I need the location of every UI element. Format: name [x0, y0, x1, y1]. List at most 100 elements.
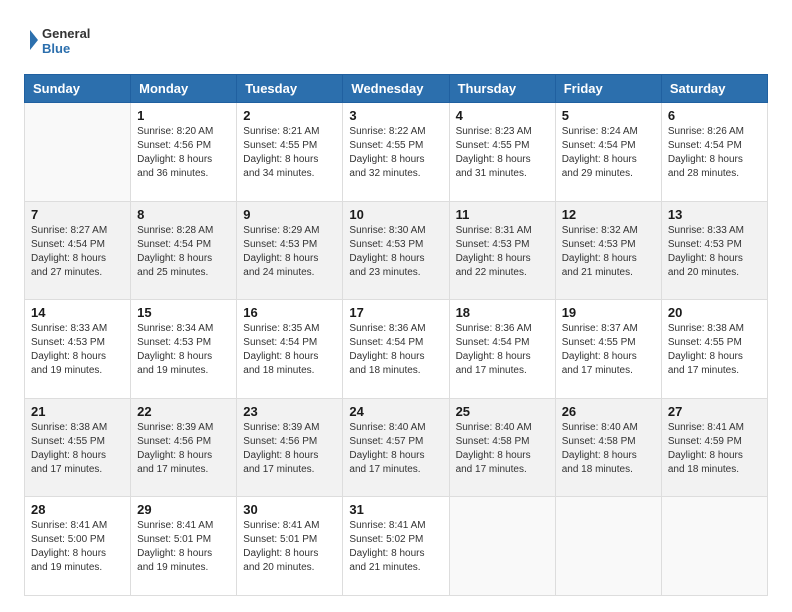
calendar-cell	[449, 497, 555, 596]
day-number: 8	[137, 207, 230, 222]
calendar-cell: 25 Sunrise: 8:40 AM Sunset: 4:58 PM Dayli…	[449, 398, 555, 497]
day-info: Sunrise: 8:21 AM Sunset: 4:55 PM Dayligh…	[243, 125, 336, 181]
weekday-header-thursday: Thursday	[449, 75, 555, 103]
calendar-cell: 28 Sunrise: 8:41 AM Sunset: 5:00 PM Dayli…	[25, 497, 131, 596]
day-info: Sunrise: 8:36 AM Sunset: 4:54 PM Dayligh…	[349, 322, 442, 378]
weekday-header-saturday: Saturday	[661, 75, 767, 103]
day-info: Sunrise: 8:22 AM Sunset: 4:55 PM Dayligh…	[349, 125, 442, 181]
day-info: Sunrise: 8:23 AM Sunset: 4:55 PM Dayligh…	[456, 125, 549, 181]
calendar-cell: 23 Sunrise: 8:39 AM Sunset: 4:56 PM Dayli…	[237, 398, 343, 497]
day-number: 14	[31, 305, 124, 320]
calendar-cell: 20 Sunrise: 8:38 AM Sunset: 4:55 PM Dayli…	[661, 300, 767, 399]
day-info: Sunrise: 8:30 AM Sunset: 4:53 PM Dayligh…	[349, 224, 442, 280]
day-info: Sunrise: 8:36 AM Sunset: 4:54 PM Dayligh…	[456, 322, 549, 378]
day-info: Sunrise: 8:35 AM Sunset: 4:54 PM Dayligh…	[243, 322, 336, 378]
day-number: 13	[668, 207, 761, 222]
day-info: Sunrise: 8:20 AM Sunset: 4:56 PM Dayligh…	[137, 125, 230, 181]
calendar-cell: 22 Sunrise: 8:39 AM Sunset: 4:56 PM Dayli…	[131, 398, 237, 497]
day-number: 10	[349, 207, 442, 222]
day-number: 26	[562, 404, 655, 419]
calendar-cell: 5 Sunrise: 8:24 AM Sunset: 4:54 PM Daylig…	[555, 103, 661, 202]
calendar-cell: 1 Sunrise: 8:20 AM Sunset: 4:56 PM Daylig…	[131, 103, 237, 202]
svg-text:Blue: Blue	[42, 41, 70, 56]
calendar-cell	[25, 103, 131, 202]
day-number: 17	[349, 305, 442, 320]
day-info: Sunrise: 8:40 AM Sunset: 4:57 PM Dayligh…	[349, 421, 442, 477]
day-number: 23	[243, 404, 336, 419]
calendar-cell: 2Sunrise: 8:21 AM Sunset: 4:55 PM Daylig…	[237, 103, 343, 202]
day-number: 16	[243, 305, 336, 320]
day-info: Sunrise: 8:39 AM Sunset: 4:56 PM Dayligh…	[137, 421, 230, 477]
day-number: 24	[349, 404, 442, 419]
day-number: 6	[668, 108, 761, 123]
calendar-cell	[661, 497, 767, 596]
calendar-cell: 7 Sunrise: 8:27 AM Sunset: 4:54 PM Daylig…	[25, 201, 131, 300]
calendar-cell: 15Sunrise: 8:34 AM Sunset: 4:53 PM Dayli…	[131, 300, 237, 399]
day-info: Sunrise: 8:28 AM Sunset: 4:54 PM Dayligh…	[137, 224, 230, 280]
day-info: Sunrise: 8:38 AM Sunset: 4:55 PM Dayligh…	[31, 421, 124, 477]
calendar-cell: 21Sunrise: 8:38 AM Sunset: 4:55 PM Dayli…	[25, 398, 131, 497]
weekday-header-friday: Friday	[555, 75, 661, 103]
day-info: Sunrise: 8:26 AM Sunset: 4:54 PM Dayligh…	[668, 125, 761, 181]
day-number: 1	[137, 108, 230, 123]
day-number: 3	[349, 108, 442, 123]
weekday-header-monday: Monday	[131, 75, 237, 103]
calendar-cell: 30Sunrise: 8:41 AM Sunset: 5:01 PM Dayli…	[237, 497, 343, 596]
header: General Blue	[24, 20, 768, 62]
day-info: Sunrise: 8:37 AM Sunset: 4:55 PM Dayligh…	[562, 322, 655, 378]
calendar-cell: 3 Sunrise: 8:22 AM Sunset: 4:55 PM Daylig…	[343, 103, 449, 202]
day-number: 12	[562, 207, 655, 222]
calendar-cell: 27 Sunrise: 8:41 AM Sunset: 4:59 PM Dayli…	[661, 398, 767, 497]
day-number: 5	[562, 108, 655, 123]
day-number: 28	[31, 502, 124, 517]
day-number: 9	[243, 207, 336, 222]
day-number: 11	[456, 207, 549, 222]
day-info: Sunrise: 8:41 AM Sunset: 5:01 PM Dayligh…	[243, 519, 336, 575]
calendar-cell: 26 Sunrise: 8:40 AM Sunset: 4:58 PM Dayli…	[555, 398, 661, 497]
weekday-header-tuesday: Tuesday	[237, 75, 343, 103]
weekday-header-wednesday: Wednesday	[343, 75, 449, 103]
weekday-header-sunday: Sunday	[25, 75, 131, 103]
day-number: 29	[137, 502, 230, 517]
day-info: Sunrise: 8:39 AM Sunset: 4:56 PM Dayligh…	[243, 421, 336, 477]
day-number: 18	[456, 305, 549, 320]
day-number: 20	[668, 305, 761, 320]
day-number: 19	[562, 305, 655, 320]
calendar-cell: 9 Sunrise: 8:29 AM Sunset: 4:53 PM Daylig…	[237, 201, 343, 300]
calendar-cell: 24 Sunrise: 8:40 AM Sunset: 4:57 PM Dayli…	[343, 398, 449, 497]
day-number: 27	[668, 404, 761, 419]
day-info: Sunrise: 8:24 AM Sunset: 4:54 PM Dayligh…	[562, 125, 655, 181]
day-info: Sunrise: 8:33 AM Sunset: 4:53 PM Dayligh…	[668, 224, 761, 280]
calendar-cell: 12 Sunrise: 8:32 AM Sunset: 4:53 PM Dayli…	[555, 201, 661, 300]
calendar: SundayMondayTuesdayWednesdayThursdayFrid…	[24, 74, 768, 596]
page: General Blue SundayMondayTuesdayWednesda…	[0, 0, 792, 612]
day-number: 22	[137, 404, 230, 419]
calendar-cell: 4 Sunrise: 8:23 AM Sunset: 4:55 PM Daylig…	[449, 103, 555, 202]
day-info: Sunrise: 8:32 AM Sunset: 4:53 PM Dayligh…	[562, 224, 655, 280]
calendar-cell: 11 Sunrise: 8:31 AM Sunset: 4:53 PM Dayli…	[449, 201, 555, 300]
calendar-cell: 19 Sunrise: 8:37 AM Sunset: 4:55 PM Dayli…	[555, 300, 661, 399]
calendar-cell: 14 Sunrise: 8:33 AM Sunset: 4:53 PM Dayli…	[25, 300, 131, 399]
calendar-cell: 8 Sunrise: 8:28 AM Sunset: 4:54 PM Daylig…	[131, 201, 237, 300]
day-number: 25	[456, 404, 549, 419]
day-info: Sunrise: 8:41 AM Sunset: 4:59 PM Dayligh…	[668, 421, 761, 477]
calendar-cell: 29 Sunrise: 8:41 AM Sunset: 5:01 PM Dayli…	[131, 497, 237, 596]
day-info: Sunrise: 8:41 AM Sunset: 5:01 PM Dayligh…	[137, 519, 230, 575]
day-number: 15	[137, 305, 230, 320]
day-info: Sunrise: 8:38 AM Sunset: 4:55 PM Dayligh…	[668, 322, 761, 378]
day-info: Sunrise: 8:33 AM Sunset: 4:53 PM Dayligh…	[31, 322, 124, 378]
svg-text:General: General	[42, 26, 90, 41]
calendar-cell: 18 Sunrise: 8:36 AM Sunset: 4:54 PM Dayli…	[449, 300, 555, 399]
day-info: Sunrise: 8:40 AM Sunset: 4:58 PM Dayligh…	[562, 421, 655, 477]
day-number: 7	[31, 207, 124, 222]
calendar-cell: 31Sunrise: 8:41 AM Sunset: 5:02 PM Dayli…	[343, 497, 449, 596]
day-info: Sunrise: 8:41 AM Sunset: 5:02 PM Dayligh…	[349, 519, 442, 575]
calendar-cell: 17 Sunrise: 8:36 AM Sunset: 4:54 PM Dayli…	[343, 300, 449, 399]
day-info: Sunrise: 8:40 AM Sunset: 4:58 PM Dayligh…	[456, 421, 549, 477]
calendar-cell: 13 Sunrise: 8:33 AM Sunset: 4:53 PM Dayli…	[661, 201, 767, 300]
day-info: Sunrise: 8:41 AM Sunset: 5:00 PM Dayligh…	[31, 519, 124, 575]
day-info: Sunrise: 8:31 AM Sunset: 4:53 PM Dayligh…	[456, 224, 549, 280]
day-info: Sunrise: 8:27 AM Sunset: 4:54 PM Dayligh…	[31, 224, 124, 280]
day-number: 4	[456, 108, 549, 123]
day-info: Sunrise: 8:29 AM Sunset: 4:53 PM Dayligh…	[243, 224, 336, 280]
